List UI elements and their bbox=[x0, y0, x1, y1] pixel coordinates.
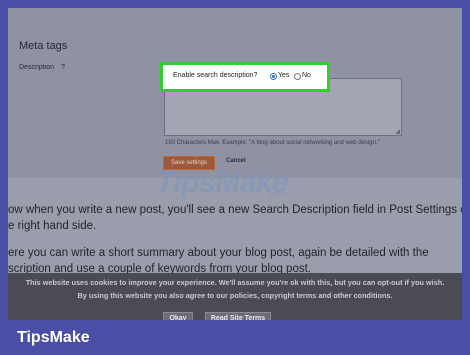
help-icon[interactable]: ? bbox=[61, 64, 65, 71]
description-label: Description bbox=[19, 64, 55, 71]
no-radio[interactable] bbox=[294, 73, 301, 80]
watermark-domain: .com bbox=[266, 189, 286, 199]
cookie-text-line: By using this website you also agree to … bbox=[77, 291, 393, 300]
cancel-link[interactable]: Cancel bbox=[226, 158, 246, 164]
popup-question: Enable search description? bbox=[173, 72, 258, 79]
character-hint: 150 Characters Max. Example: "A blog abo… bbox=[165, 140, 380, 146]
settings-panel: Meta tags Description ? ◢ 150 Characters… bbox=[8, 8, 462, 178]
article-line: ow when you write a new post, you'll see… bbox=[8, 204, 462, 216]
no-label[interactable]: No bbox=[302, 72, 311, 79]
brand-logo: TipsMake bbox=[17, 329, 90, 346]
yes-radio[interactable] bbox=[270, 73, 277, 80]
yes-label[interactable]: Yes bbox=[278, 72, 289, 79]
article-line: ere you can write a short summary about … bbox=[8, 247, 429, 259]
resize-grip-icon[interactable]: ◢ bbox=[395, 128, 400, 135]
article-line: e right hand side. bbox=[8, 220, 97, 232]
meta-tags-heading: Meta tags bbox=[19, 40, 68, 52]
page: Meta tags Description ? ◢ 150 Characters… bbox=[8, 8, 462, 347]
cookie-text-line: This website uses cookies to improve you… bbox=[25, 278, 445, 287]
search-description-popup: Enable search description? Yes No bbox=[160, 62, 330, 92]
